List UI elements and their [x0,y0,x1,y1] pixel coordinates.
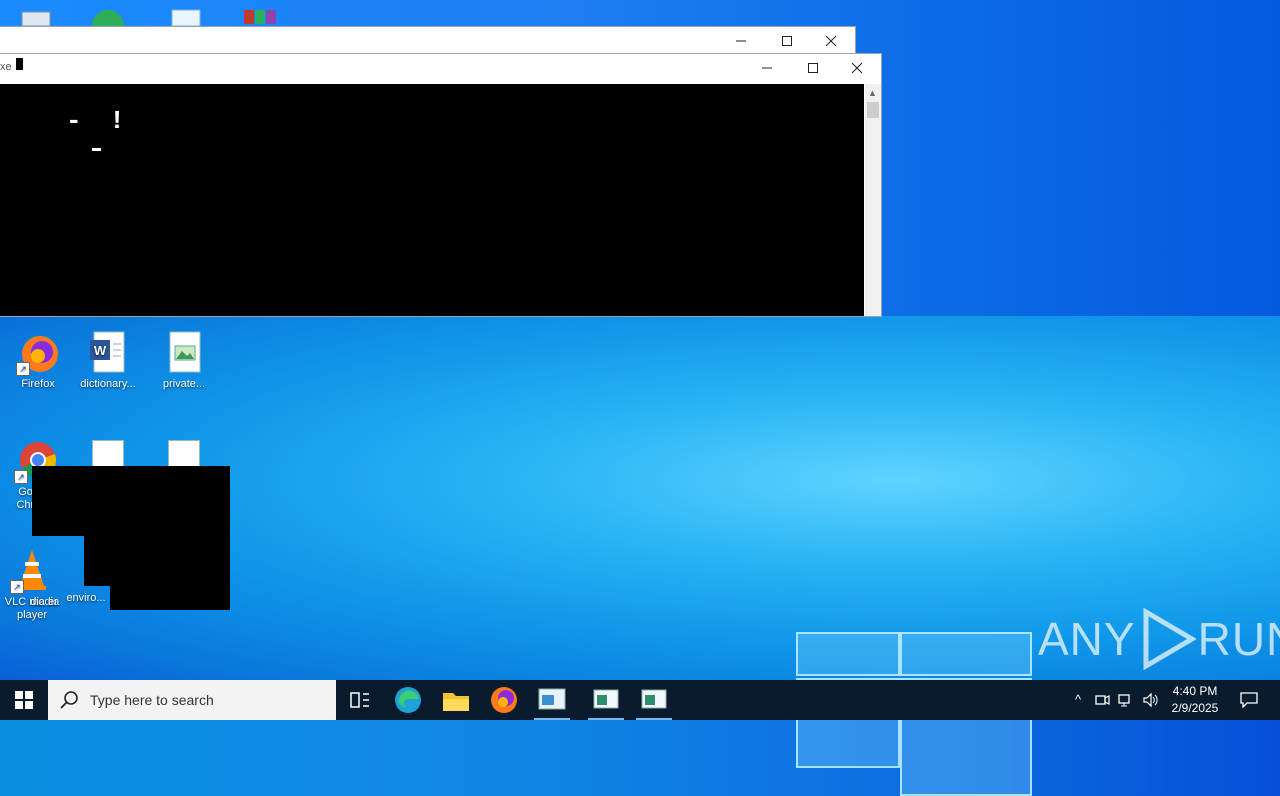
vertical-scrollbar[interactable]: ▲ [865,84,881,316]
meet-now-icon[interactable] [1094,692,1110,708]
search-placeholder: Type here to search [90,692,214,708]
taskbar-window-app-2[interactable] [582,680,630,720]
image-file-icon [92,440,124,468]
console-titlebar[interactable]: xe [0,54,881,82]
clock-time: 4:40 PM [1172,684,1218,698]
background-window[interactable] [0,26,856,55]
window-title: xe [0,61,12,73]
task-view-button[interactable] [336,680,384,720]
cursor-block [16,58,23,70]
search-icon [60,691,78,709]
image-file-icon [169,331,201,373]
volume-icon[interactable] [1142,692,1158,708]
close-button[interactable] [808,27,854,55]
image-file-icon [168,440,200,468]
start-button[interactable] [0,680,48,720]
console-cursor [92,148,101,151]
minimize-button[interactable] [718,27,764,55]
winrar-icon[interactable] [242,4,278,26]
taskbar: Type here to search ^ 4:40 PM 2/9/2025 [0,680,1280,720]
taskbar-file-explorer[interactable] [432,680,480,720]
desktop-icon-partial[interactable] [90,4,126,42]
desktop-icon-label: dictionary... [80,378,136,390]
window-app-icon [593,689,619,709]
maximize-button[interactable] [790,54,836,82]
taskbar-edge[interactable] [384,680,432,720]
system-clock[interactable]: 4:40 PM 2/9/2025 [1160,683,1230,717]
desktop-icon-label: enviro... [66,592,106,604]
minimize-button[interactable] [744,54,790,82]
shortcut-arrow-icon: ↗ [16,362,30,376]
desktop-icon-dictionary[interactable]: W dictionary... [72,330,144,391]
maximize-button[interactable] [764,27,810,55]
watermark-text-left: ANY [1038,613,1136,665]
firefox-icon [491,687,517,713]
scroll-thumb[interactable] [867,102,879,118]
taskbar-firefox[interactable] [480,680,528,720]
notification-center-icon[interactable] [1240,692,1258,709]
anyrun-watermark: ANY RUN [1038,608,1280,670]
window-app-icon [641,689,667,709]
desktop-icon-private[interactable]: private... [148,330,220,391]
scroll-up-arrow-icon[interactable]: ▲ [868,88,877,98]
window-app-icon [538,688,566,710]
desktop-icon-firefox[interactable]: ↗ Firefox [2,330,74,391]
edge-icon [395,687,421,713]
desktop-icon-label: private... [162,378,206,390]
show-hidden-icons-chevron-icon[interactable]: ^ [1070,692,1086,708]
windows-start-icon [15,691,33,709]
console-output[interactable]: - ! [0,84,864,316]
taskbar-window-app-3[interactable] [630,680,678,720]
network-icon[interactable] [1118,692,1134,708]
play-logo-icon [1143,608,1196,670]
watermark-text-right: RUN [1197,613,1280,665]
desktop-icon-label: Firefox [21,378,55,390]
console-text: - ! [66,106,131,136]
clock-date: 2/9/2025 [1171,701,1219,715]
desktop-icon-partial[interactable] [168,4,204,27]
taskbar-window-app-1[interactable] [528,680,576,720]
render-artifact [110,466,230,610]
svg-text:W: W [94,343,107,358]
search-box[interactable]: Type here to search [48,680,336,720]
console-window[interactable]: xe - ! ▲ [0,53,882,317]
task-view-icon [350,692,369,708]
word-document-icon: W [90,331,125,373]
folder-icon [443,693,469,711]
close-button[interactable] [834,54,880,82]
desktop-icon-partial[interactable] [18,4,54,27]
shortcut-arrow-icon: ↗ [14,470,28,484]
